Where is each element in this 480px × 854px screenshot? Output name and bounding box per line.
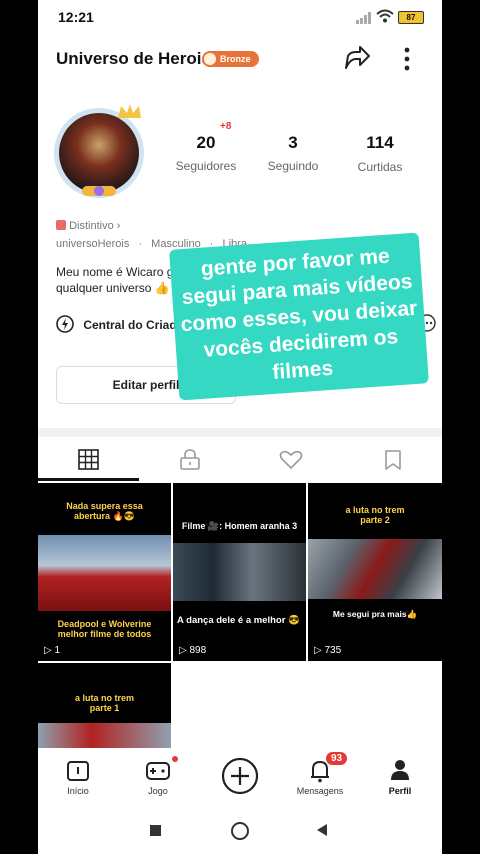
video-thumbnail[interactable]: Nada supera essa abertura 🔥😎 Deadpool e …	[38, 483, 171, 661]
gamepad-icon	[145, 760, 171, 787]
messages-count-badge: 93	[326, 752, 348, 765]
distintivo-link[interactable]: Distintivo ›	[56, 220, 120, 232]
person-icon	[390, 759, 410, 786]
level-badge[interactable]: Bronze	[202, 51, 259, 67]
recents-button[interactable]	[150, 825, 161, 836]
likes-label: Curtidas	[357, 160, 403, 174]
video-bottom-text: A dança dele é a melhor 😎	[177, 615, 300, 626]
distintivo-label: Distintivo	[69, 220, 114, 232]
following-label[interactable]: Seguindo	[253, 159, 333, 173]
medal-icon	[82, 184, 116, 203]
bottom-navigation: Início Jogo 93 Mensagens Perfil	[38, 748, 442, 808]
video-top-text: Nada supera essa abertura 🔥😎	[66, 501, 143, 521]
play-icon: ▷	[44, 645, 52, 656]
followers-label[interactable]: Seguidores	[166, 159, 246, 173]
nav-perfil[interactable]: Perfil	[370, 748, 430, 808]
section-divider	[38, 428, 442, 437]
share-icon[interactable]	[342, 44, 372, 77]
status-time: 12:21	[58, 9, 94, 25]
following-count[interactable]: 3	[253, 133, 333, 153]
nav-jogo-label: Jogo	[148, 786, 168, 796]
separator-dot: ·	[138, 238, 143, 250]
username: universoHerois	[56, 238, 130, 250]
active-tab-indicator	[38, 478, 139, 481]
tab-saved[interactable]	[341, 438, 442, 482]
play-count-value: 735	[324, 645, 342, 656]
play-count-value: 898	[189, 645, 207, 656]
video-play-count: ▷ 735	[314, 645, 341, 656]
followers-count[interactable]: 20	[166, 133, 246, 153]
crown-icon	[116, 102, 142, 127]
video-thumbnail[interactable]: Filme 🎥: Homem aranha 3 A dança dele é a…	[173, 483, 306, 661]
status-bar: 12:21 87	[38, 0, 442, 34]
battery-indicator: 87	[398, 11, 424, 24]
wifi-icon	[376, 9, 394, 28]
likes-count: 114	[366, 133, 394, 152]
back-button[interactable]	[316, 823, 328, 842]
heart-icon	[279, 450, 303, 475]
nav-jogo[interactable]: Jogo	[128, 748, 188, 808]
caption-overlay: gente por favor me segui para mais vídeo…	[169, 232, 429, 401]
lightning-icon	[56, 315, 74, 336]
video-thumbnail[interactable]: a luta no trem parte 2 Me segui pra mais…	[308, 483, 442, 661]
home-button[interactable]	[231, 822, 249, 840]
video-top-text: a luta no trem parte 2	[345, 505, 405, 525]
avatar[interactable]	[54, 104, 144, 198]
video-play-count: ▷ 1	[44, 645, 60, 656]
video-frame	[173, 543, 306, 601]
more-options-icon[interactable]	[402, 46, 412, 77]
chevron-right-icon: ›	[116, 220, 121, 232]
home-icon	[66, 760, 90, 787]
video-bottom-text: Me segui pra mais👍	[332, 609, 418, 619]
phone-screen: 12:21 87 Universo de Herois Bronze 20 +8…	[38, 0, 442, 854]
grid-icon	[78, 449, 99, 475]
nav-mensagens-label: Mensagens	[296, 786, 344, 796]
nav-inicio[interactable]: Início	[48, 748, 108, 808]
video-play-count: ▷ 898	[179, 645, 206, 656]
bookmark-icon	[384, 449, 402, 476]
system-navigation-bar	[38, 808, 442, 854]
create-button[interactable]	[220, 756, 260, 796]
page-title: Universo de Herois	[56, 49, 211, 68]
plus-circle-icon	[221, 757, 259, 795]
tab-liked[interactable]	[240, 438, 341, 482]
video-thumbnail[interactable]: a luta no trem parte 1	[38, 663, 171, 753]
video-top-text: a luta no trem parte 1	[74, 693, 134, 713]
play-icon: ▷	[314, 645, 322, 656]
badge-label: Bronze	[220, 54, 251, 64]
badge-icon	[204, 53, 216, 65]
play-icon: ▷	[179, 645, 187, 656]
creator-center-label: Central do Criador	[83, 318, 189, 332]
nav-perfil-label: Perfil	[388, 786, 412, 796]
video-bottom-text: Deadpool e Wolverine melhor filme de tod…	[57, 619, 152, 639]
video-frame	[308, 539, 442, 599]
tab-private[interactable]	[139, 438, 240, 482]
tab-videos[interactable]	[38, 438, 139, 482]
lock-icon	[179, 448, 201, 475]
play-count-value: 1	[54, 645, 61, 656]
nav-mensagens[interactable]: 93 Mensagens	[290, 748, 350, 808]
video-top-text: Filme 🎥: Homem aranha 3	[181, 521, 298, 531]
video-frame	[38, 535, 171, 611]
hexagon-icon	[56, 220, 66, 230]
nav-inicio-label: Início	[67, 786, 89, 796]
followers-delta: +8	[220, 121, 232, 132]
notification-dot	[172, 756, 178, 762]
signal-icon	[356, 11, 372, 29]
content-tabs	[38, 438, 442, 482]
